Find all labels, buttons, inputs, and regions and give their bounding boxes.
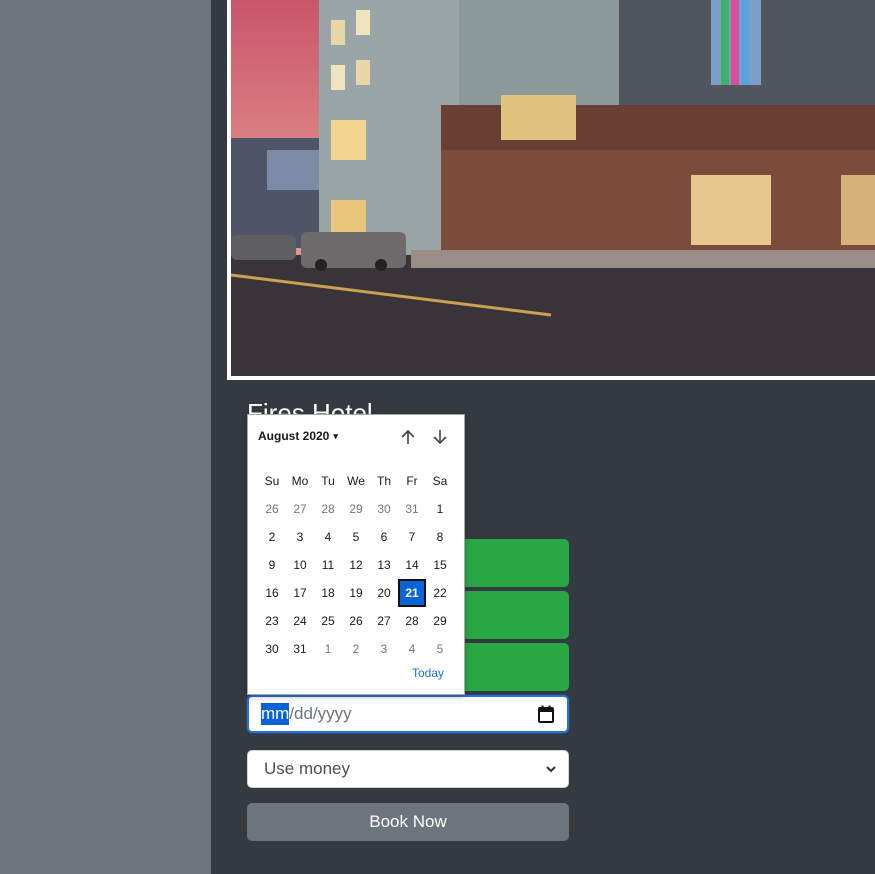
weekday-label: Tu bbox=[321, 474, 335, 488]
calendar-day[interactable]: 28 bbox=[398, 607, 426, 635]
date-input[interactable]: mm /dd/yyyy bbox=[247, 695, 569, 733]
calendar-week-row: 16 17 18 19 20 21 22 bbox=[258, 579, 454, 607]
calendar-day[interactable]: 1 bbox=[426, 495, 454, 523]
weekday-label: Sa bbox=[432, 474, 448, 488]
calendar-day[interactable]: 1 bbox=[314, 635, 342, 663]
calendar-day[interactable]: 4 bbox=[398, 635, 426, 663]
calendar-day[interactable]: 30 bbox=[258, 635, 286, 663]
calendar-week-row: 30 31 1 2 3 4 5 bbox=[258, 635, 454, 663]
calendar-day[interactable]: 28 bbox=[314, 495, 342, 523]
calendar-day[interactable]: 26 bbox=[258, 495, 286, 523]
calendar-day[interactable]: 2 bbox=[342, 635, 370, 663]
calendar-week-row: 9 10 11 12 13 14 15 bbox=[258, 551, 454, 579]
calendar-day[interactable]: 4 bbox=[314, 523, 342, 551]
calendar-day[interactable]: 3 bbox=[286, 523, 314, 551]
calendar-day[interactable]: 30 bbox=[370, 495, 398, 523]
weekday-label: Su bbox=[264, 474, 280, 488]
calendar-day[interactable]: 29 bbox=[426, 607, 454, 635]
calendar-day[interactable]: 12 bbox=[342, 551, 370, 579]
calendar-day[interactable]: 5 bbox=[426, 635, 454, 663]
calendar-day[interactable]: 19 bbox=[342, 579, 370, 607]
calendar-day[interactable]: 27 bbox=[286, 495, 314, 523]
calendar-day[interactable]: 5 bbox=[342, 523, 370, 551]
calendar-day[interactable]: 3 bbox=[370, 635, 398, 663]
calendar-day[interactable]: 9 bbox=[258, 551, 286, 579]
calendar-day[interactable]: 16 bbox=[258, 579, 286, 607]
caret-down-icon: ▾ bbox=[333, 430, 338, 441]
chevron-down-icon bbox=[546, 762, 556, 776]
calendar-day-selected[interactable]: 21 bbox=[398, 579, 426, 607]
calendar-day[interactable]: 22 bbox=[426, 579, 454, 607]
calendar-day[interactable]: 20 bbox=[370, 579, 398, 607]
weekday-label: Th bbox=[376, 474, 391, 488]
calendar-day[interactable]: 10 bbox=[286, 551, 314, 579]
today-link[interactable]: Today bbox=[412, 666, 444, 680]
calendar-day[interactable]: 23 bbox=[258, 607, 286, 635]
calendar-day[interactable]: 15 bbox=[426, 551, 454, 579]
book-now-button[interactable]: Book Now bbox=[247, 803, 569, 841]
calendar-day[interactable]: 13 bbox=[370, 551, 398, 579]
month-segment[interactable]: mm bbox=[261, 703, 290, 725]
calendar-day[interactable]: 26 bbox=[342, 607, 370, 635]
weekday-label: Mo bbox=[291, 474, 309, 488]
month-year-label: August 2020 bbox=[258, 429, 330, 443]
calendar-icon[interactable] bbox=[537, 705, 555, 723]
calendar-day[interactable]: 14 bbox=[398, 551, 426, 579]
payment-select[interactable]: Use money bbox=[247, 750, 569, 788]
calendar-day[interactable]: 11 bbox=[314, 551, 342, 579]
calendar-day[interactable]: 25 bbox=[314, 607, 342, 635]
calendar-day[interactable]: 7 bbox=[398, 523, 426, 551]
arrow-up-icon[interactable] bbox=[399, 428, 417, 446]
calendar-day[interactable]: 29 bbox=[342, 495, 370, 523]
month-year-selector[interactable]: August 2020 ▾ bbox=[258, 429, 338, 443]
arrow-down-icon[interactable] bbox=[431, 428, 449, 446]
calendar-day[interactable]: 6 bbox=[370, 523, 398, 551]
date-picker-popup: August 2020 ▾ Su Mo Tu We Th Fr Sa 26 27 2… bbox=[247, 414, 465, 695]
calendar-week-row: 2345678 bbox=[258, 523, 454, 551]
hotel-photo bbox=[227, 0, 875, 380]
weekday-label: Fr bbox=[406, 474, 418, 488]
calendar-day[interactable]: 2 bbox=[258, 523, 286, 551]
calendar-week-row: 23 24 25 26 27 28 29 bbox=[258, 607, 454, 635]
calendar-day[interactable]: 24 bbox=[286, 607, 314, 635]
weekday-label: We bbox=[347, 474, 365, 488]
calendar-day[interactable]: 18 bbox=[314, 579, 342, 607]
calendar-day[interactable]: 31 bbox=[398, 495, 426, 523]
calendar-day[interactable]: 17 bbox=[286, 579, 314, 607]
date-rest: /dd/yyyy bbox=[289, 704, 352, 723]
calendar-day[interactable]: 27 bbox=[370, 607, 398, 635]
calendar-day[interactable]: 8 bbox=[426, 523, 454, 551]
calendar-week-row: 26 27 28 29 30 31 1 bbox=[258, 495, 454, 523]
payment-select-value: Use money bbox=[264, 759, 350, 778]
calendar-day[interactable]: 31 bbox=[286, 635, 314, 663]
weekday-header: Su Mo Tu We Th Fr Sa bbox=[258, 467, 454, 495]
